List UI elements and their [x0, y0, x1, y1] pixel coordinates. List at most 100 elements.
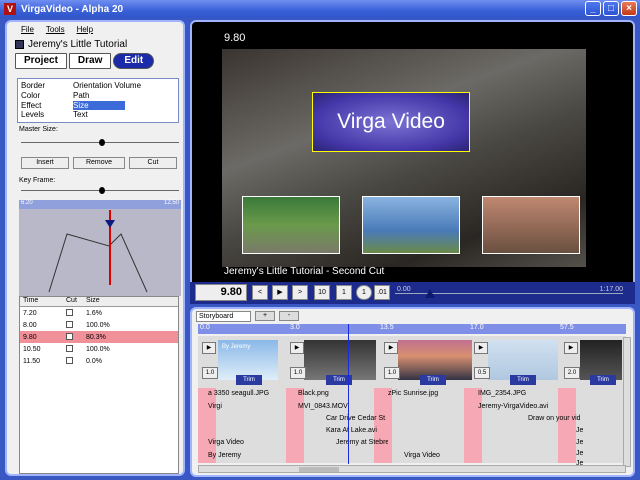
preview-caption: Jeremy's Little Tutorial - Second Cut [224, 266, 385, 277]
property-list: Border Orientation Volume Color Path Eff… [17, 78, 179, 123]
prop-levels[interactable]: Levels [21, 110, 73, 120]
prop-color[interactable]: Color [21, 91, 73, 101]
master-size-slider[interactable] [21, 139, 179, 146]
scrub-knob[interactable] [425, 289, 435, 298]
keyframe-table: Time Cut Size 7.20 1.6% 8.00 100.0% 9.80 80.3… [19, 296, 179, 474]
add-button[interactable]: + [255, 311, 275, 321]
scrub-end-time: 1:17.00 [599, 286, 623, 293]
preview-time: 9.80 [224, 32, 246, 44]
lane-label[interactable]: Je [576, 438, 583, 447]
lane-label[interactable]: Jeremy-VirgaVideo.avi [478, 402, 548, 411]
slider-knob[interactable] [99, 139, 105, 146]
lane-label[interactable]: Draw on your video [528, 414, 580, 423]
vertical-scrollbar[interactable] [623, 337, 631, 467]
clip-duration[interactable]: 1.0 [290, 367, 306, 379]
lane-label[interactable]: Je [576, 449, 583, 458]
lane-label[interactable]: IMG_2354.JPG [478, 389, 526, 398]
storyboard-select[interactable]: Storyboard [196, 310, 251, 322]
clip-sunrise[interactable] [398, 340, 472, 380]
lane-label[interactable]: Virga Video [404, 451, 440, 460]
video-preview[interactable]: 9.80 Virga Video Jeremy's Little Tutoria… [190, 20, 635, 300]
table-row[interactable]: 10.50 100.0% [20, 343, 178, 355]
keyframe-graph[interactable]: 6.20 12.50 [19, 200, 181, 296]
prop-effect[interactable]: Effect [21, 101, 73, 111]
maximize-button[interactable]: □ [603, 1, 619, 16]
table-row[interactable]: 11.50 0.0% [20, 355, 178, 367]
remove-button[interactable]: Remove [73, 157, 125, 169]
lane-label[interactable]: Jeremy at Stebre [336, 438, 388, 447]
step-1-circle-button[interactable]: 1 [356, 285, 372, 300]
menu-file[interactable]: File [21, 25, 34, 36]
scroll-thumb[interactable] [299, 467, 339, 472]
lane-label[interactable]: Virgi [208, 402, 222, 411]
clip-duration[interactable]: 1.0 [384, 367, 400, 379]
lane-label[interactable]: MVI_0843.MOV [298, 402, 348, 411]
lane-label[interactable]: zPic Sunrise.jpg [388, 389, 438, 398]
prop-size[interactable]: Size [73, 100, 125, 111]
trim-button[interactable]: Trim [590, 375, 616, 385]
play-clip-button[interactable]: ▶ [290, 342, 304, 354]
horizontal-scrollbar[interactable] [198, 465, 626, 473]
lane-label[interactable]: a 3350 seagull.JPG [208, 389, 269, 398]
tab-project[interactable]: Project [15, 53, 67, 69]
play-clip-button[interactable]: ▶ [384, 342, 398, 354]
timeline-ruler[interactable]: 0.0 3.0 13.5 17.0 57.5 [198, 324, 626, 334]
lane-label[interactable]: Je [576, 426, 583, 435]
table-row[interactable]: 7.20 1.6% [20, 307, 178, 319]
step-001-button[interactable]: .01 [374, 285, 390, 300]
prop-border[interactable]: Border [21, 81, 73, 91]
prev-frame-button[interactable]: < [252, 285, 268, 300]
play-clip-button[interactable]: ▶ [474, 342, 488, 354]
thumbnail-road [242, 196, 340, 254]
prop-text[interactable]: Text [73, 110, 183, 120]
overlay-title[interactable]: Virga Video [312, 92, 470, 152]
tab-edit[interactable]: Edit [113, 53, 155, 69]
cut-button[interactable]: Cut [129, 157, 177, 169]
close-button[interactable]: × [621, 1, 637, 16]
trim-button[interactable]: Trim [236, 375, 262, 385]
lane-label[interactable]: By Jeremy [208, 451, 241, 460]
clip-seagull[interactable]: By Jeremy [218, 340, 278, 380]
play-clip-button[interactable]: ▶ [564, 342, 578, 354]
lane-label[interactable]: Kara At Lake.avi [326, 426, 386, 435]
step-1-button[interactable]: 1 [336, 285, 352, 300]
play-button[interactable]: ▶ [272, 285, 288, 300]
menu-bar: File Tools Help [7, 22, 183, 36]
scrub-bar[interactable]: 0.00 1:17.00 [395, 285, 625, 301]
lane-label[interactable]: Car Drive Cedar St.avi [326, 414, 386, 423]
prop-orientation-volume[interactable]: Orientation Volume [73, 81, 183, 91]
col-time: Time [23, 297, 39, 304]
menu-tools[interactable]: Tools [46, 25, 65, 36]
keyframe-curve [48, 210, 148, 293]
next-frame-button[interactable]: > [292, 285, 308, 300]
document-title: Jeremy's Little Tutorial [28, 38, 128, 50]
step-10-button[interactable]: 10 [314, 285, 330, 300]
clip-img2354[interactable] [488, 340, 558, 380]
slider-knob[interactable] [99, 187, 105, 194]
play-clip-button[interactable]: ▶ [202, 342, 216, 354]
tracks-area[interactable]: By Jeremy ▶ ▶ ▶ ▶ ▶ 1.0 1.0 1.0 0.5 2.0 … [198, 336, 626, 467]
lane-label[interactable]: Virga Video [208, 438, 244, 447]
lane-label[interactable]: Black.png [298, 389, 329, 398]
key-frame-slider[interactable] [21, 187, 179, 194]
clip-duration[interactable]: 1.0 [202, 367, 218, 379]
insert-button[interactable]: Insert [21, 157, 69, 169]
menu-help[interactable]: Help [77, 25, 93, 36]
playhead[interactable] [348, 324, 349, 464]
track-marker [286, 388, 304, 463]
table-row[interactable]: 9.80 80.3% [20, 331, 178, 343]
clip-mvi[interactable] [304, 340, 376, 380]
trim-button[interactable]: Trim [420, 375, 446, 385]
save-icon[interactable] [15, 39, 24, 49]
clip-duration[interactable]: 0.5 [474, 367, 490, 379]
prop-path[interactable]: Path [73, 91, 183, 101]
tab-draw[interactable]: Draw [68, 53, 112, 69]
remove-track-button[interactable]: - [279, 311, 299, 321]
clip-duration[interactable]: 2.0 [564, 367, 580, 379]
trim-button[interactable]: Trim [510, 375, 536, 385]
table-row[interactable]: 8.00 100.0% [20, 319, 178, 331]
clip-jeremy[interactable] [580, 340, 622, 380]
minimize-button[interactable]: _ [585, 1, 601, 16]
transport-bar: 9.80 < ▶ > 10 1 1 .01 0.00 1:17.00 [190, 282, 635, 304]
current-time-field[interactable]: 9.80 [195, 284, 247, 301]
